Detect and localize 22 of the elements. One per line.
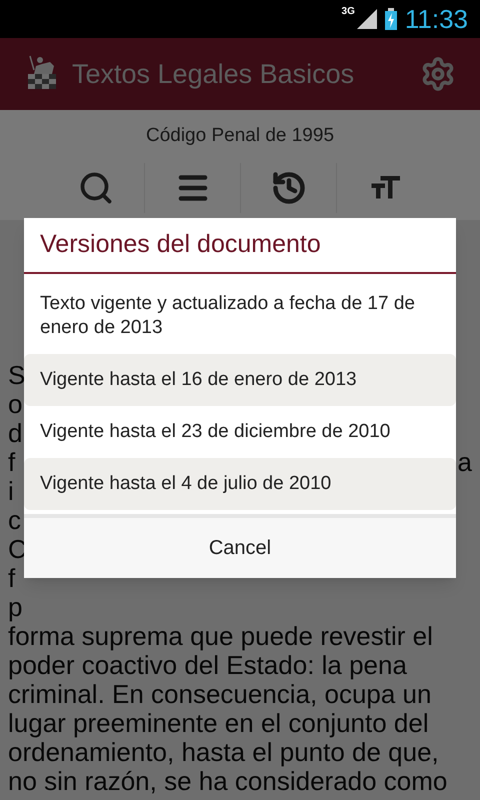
body-text-line: ordenamiento, hasta el punto de que, <box>8 737 439 769</box>
body-text-line: criminal. En consecuencia, ocupa un <box>8 679 432 711</box>
version-option[interactable]: Vigente hasta el 4 de julio de 2010 <box>24 458 456 510</box>
signal-icon <box>356 9 377 29</box>
dialog-title: Versiones del documento <box>40 230 321 258</box>
document-title: Código Penal de 1995 <box>146 124 334 148</box>
history-icon[interactable] <box>270 170 306 206</box>
battery-charging-icon <box>384 8 397 30</box>
body-text-line: no sin razón, se ha considerado como <box>8 766 448 798</box>
version-option[interactable]: Vigente hasta el 16 de enero de 2013 <box>24 354 456 406</box>
clock: 11:33 <box>404 2 468 36</box>
body-text-fragment: a <box>458 446 472 479</box>
body-text-line: poder coactivo del Estado: la pena <box>8 650 407 682</box>
settings-icon[interactable] <box>420 56 456 92</box>
cancel-button[interactable]: Cancel <box>24 514 456 578</box>
search-icon[interactable] <box>78 170 114 206</box>
version-option[interactable]: Vigente hasta el 23 de diciembre de 2010 <box>24 406 456 458</box>
network-type: 3G <box>342 5 355 19</box>
body-text-line: forma suprema que puede revestir el <box>8 621 433 653</box>
body-text-line: lugar preeminente en el conjunto del <box>8 708 429 740</box>
app-title: Textos Legales Basicos <box>72 58 356 91</box>
version-option[interactable]: Texto vigente y actualizado a fecha de 17 de enero de 2013 <box>24 278 456 354</box>
